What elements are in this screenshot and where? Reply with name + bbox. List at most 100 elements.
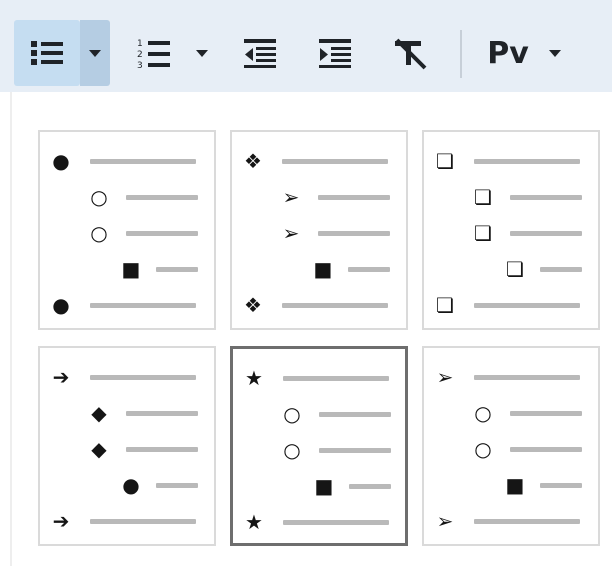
bullet-level-preview: ➢: [280, 186, 390, 208]
paragraph-style-label: Pv: [487, 35, 529, 71]
text-placeholder-line: [90, 158, 196, 164]
text-placeholder-line: [319, 411, 391, 417]
svg-text:3: 3: [137, 61, 143, 70]
chevron-down-icon: [549, 50, 561, 57]
bullet-level-preview: ●: [120, 474, 198, 496]
numbered-list-button[interactable]: 1 2 3: [124, 20, 184, 86]
text-placeholder-line: [90, 302, 196, 308]
bullet-glyph: ❏: [436, 149, 454, 173]
paragraph-style-button[interactable]: Pv: [478, 20, 538, 86]
bullet-level-preview: ○: [472, 438, 582, 460]
text-placeholder-line: [540, 482, 582, 488]
paragraph-style-dropdown[interactable]: [540, 20, 570, 86]
increase-indent-icon: [319, 39, 351, 68]
bullet-glyph: ❏: [474, 185, 492, 209]
chevron-down-icon: [89, 50, 101, 57]
bullet-level-preview: ●: [50, 294, 196, 316]
bullet-glyph: ■: [313, 257, 333, 281]
text-placeholder-line: [474, 158, 580, 164]
text-placeholder-line: [156, 482, 198, 488]
bullet-level-preview: ❏: [504, 258, 582, 280]
text-placeholder-line: [348, 266, 390, 272]
bullet-level-preview: ➔: [50, 366, 196, 388]
bullet-library-panel: ● ○ ○ ■ ● ❖ ➢ ➢ ■ ❖ ❏ ❏ ❏ ❏ ❏ ➔ ◆ ◆ ● ➔ ★ ○ ○ ■ ★ ➢ ○ ○ ■ ➢: [10, 92, 612, 566]
text-placeholder-line: [540, 266, 582, 272]
clear-formatting-icon: [395, 38, 427, 70]
bullet-glyph: ❏: [506, 257, 524, 281]
bullet-glyph: ❏: [436, 293, 454, 317]
decrease-indent-button[interactable]: [230, 20, 290, 86]
text-placeholder-line: [126, 230, 198, 236]
bullet-glyph: ★: [245, 366, 263, 390]
bullet-glyph: ●: [52, 149, 70, 173]
text-placeholder-line: [510, 410, 582, 416]
bullet-level-preview: ■: [120, 258, 198, 280]
bullet-glyph: ❏: [474, 221, 492, 245]
bullet-level-preview: ●: [50, 150, 196, 172]
bullet-glyph: ❖: [244, 149, 262, 173]
bullet-glyph: ➢: [282, 185, 300, 209]
bullet-glyph: ○: [474, 401, 492, 425]
bullet-style-tile[interactable]: ● ○ ○ ■ ●: [38, 130, 216, 330]
bullet-glyph: ■: [314, 474, 334, 498]
bullet-style-tile[interactable]: ★ ○ ○ ■ ★: [230, 346, 408, 546]
bullet-glyph: ➢: [282, 221, 300, 245]
text-placeholder-line: [90, 374, 196, 380]
bullet-glyph: ●: [52, 293, 70, 317]
text-placeholder-line: [510, 194, 582, 200]
bullet-style-tile[interactable]: ❏ ❏ ❏ ❏ ❏: [422, 130, 600, 330]
svg-text:2: 2: [137, 50, 143, 60]
bullet-level-preview: ➢: [434, 510, 580, 532]
bullet-level-preview: ❏: [472, 186, 582, 208]
bullet-glyph: ●: [122, 473, 140, 497]
bullet-level-preview: ○: [88, 222, 198, 244]
bullet-glyph: ★: [245, 510, 263, 534]
panel-edge: [10, 92, 12, 566]
bullet-style-tile[interactable]: ➔ ◆ ◆ ● ➔: [38, 346, 216, 546]
bullet-level-preview: ■: [313, 475, 391, 497]
text-placeholder-line: [318, 230, 390, 236]
text-placeholder-line: [282, 158, 388, 164]
text-placeholder-line: [156, 266, 198, 272]
decrease-indent-icon: [244, 39, 276, 68]
bullet-glyph: ○: [283, 438, 301, 462]
bullet-level-preview: ◆: [88, 402, 198, 424]
bulleted-list-dropdown[interactable]: [80, 20, 110, 86]
bullet-level-preview: ★: [243, 367, 389, 389]
bullet-level-preview: ❖: [242, 150, 388, 172]
bullet-level-preview: ❏: [472, 222, 582, 244]
bullet-level-preview: ➢: [280, 222, 390, 244]
text-placeholder-line: [474, 518, 580, 524]
toolbar-separator: [460, 30, 462, 78]
numbered-list-dropdown[interactable]: [188, 20, 216, 86]
bullet-glyph: ➢: [436, 509, 454, 533]
text-placeholder-line: [283, 375, 389, 381]
bullet-style-tile[interactable]: ➢ ○ ○ ■ ➢: [422, 346, 600, 546]
bullet-glyph: ○: [90, 221, 108, 245]
bulleted-list-button[interactable]: [14, 20, 80, 86]
text-placeholder-line: [474, 302, 580, 308]
bullet-level-preview: ❏: [434, 150, 580, 172]
bullet-glyph: ■: [505, 473, 525, 497]
bullet-glyph: ■: [121, 257, 141, 281]
bullet-level-preview: ➔: [50, 510, 196, 532]
bullet-style-tile[interactable]: ❖ ➢ ➢ ■ ❖: [230, 130, 408, 330]
text-placeholder-line: [349, 483, 391, 489]
text-placeholder-line: [510, 230, 582, 236]
text-placeholder-line: [126, 446, 198, 452]
bullet-glyph: ❖: [244, 293, 262, 317]
text-placeholder-line: [510, 446, 582, 452]
bullet-glyph: ○: [474, 437, 492, 461]
bullet-level-preview: ○: [88, 186, 198, 208]
bullet-level-preview: ○: [281, 439, 391, 461]
text-placeholder-line: [282, 302, 388, 308]
bullet-level-preview: ■: [504, 474, 582, 496]
text-placeholder-line: [474, 374, 580, 380]
bullet-level-preview: ○: [472, 402, 582, 424]
formatting-toolbar: 1 2 3 Pv: [0, 0, 612, 92]
bullet-glyph: ➔: [52, 365, 70, 389]
increase-indent-button[interactable]: [305, 20, 365, 86]
bullet-level-preview: ❖: [242, 294, 388, 316]
text-placeholder-line: [318, 194, 390, 200]
clear-formatting-button[interactable]: [380, 20, 440, 86]
